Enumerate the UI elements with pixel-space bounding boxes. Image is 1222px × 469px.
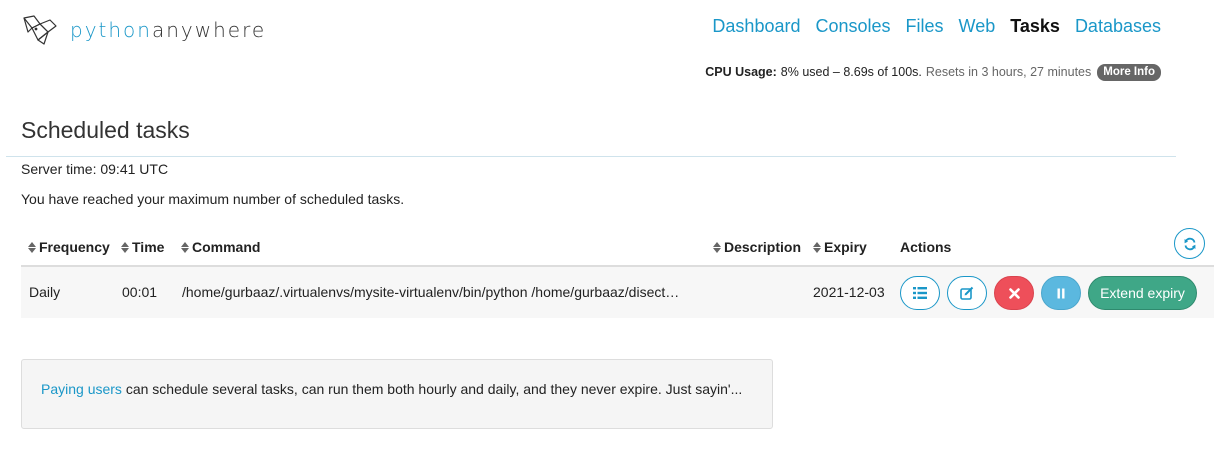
task-command: /home/gurbaaz/.virtualenvs/mysite-virtua…	[182, 284, 680, 300]
nav-databases[interactable]: Databases	[1075, 14, 1161, 38]
column-time[interactable]: Time	[121, 238, 164, 256]
cpu-reset-text: Resets in 3 hours, 27 minutes	[925, 65, 1092, 79]
column-description[interactable]: Description	[713, 238, 801, 256]
paying-users-link[interactable]: Paying users	[41, 381, 122, 397]
upsell-text: can schedule several tasks, can run them…	[121, 381, 743, 397]
sort-icon	[181, 241, 189, 253]
nav-web[interactable]: Web	[959, 14, 996, 38]
cpu-usage-label: CPU Usage:	[705, 65, 777, 79]
more-info-button[interactable]: More Info	[1097, 63, 1161, 81]
brand-part-anywhere: anywhere	[151, 18, 267, 42]
sort-icon	[121, 241, 129, 253]
nav-files[interactable]: Files	[906, 14, 944, 38]
pythonanywhere-logo-icon	[23, 15, 57, 45]
nav-dashboard[interactable]: Dashboard	[712, 14, 800, 38]
page-title: Scheduled tasks	[21, 117, 190, 143]
tasks-table-header: Frequency Time Command Description Expir…	[21, 226, 1214, 267]
column-actions-label: Actions	[900, 239, 952, 255]
upsell-notice: Paying users can schedule several tasks,…	[21, 359, 773, 429]
column-expiry[interactable]: Expiry	[813, 238, 867, 256]
pause-icon	[1057, 288, 1065, 298]
task-limit-message: You have reached your maximum number of …	[21, 191, 405, 207]
sort-icon	[713, 241, 721, 253]
column-command[interactable]: Command	[181, 238, 260, 256]
edit-task-button[interactable]	[947, 276, 987, 310]
column-frequency[interactable]: Frequency	[28, 238, 110, 256]
server-time: Server time: 09:41 UTC	[21, 161, 169, 177]
brand-name: pythonanywhere	[70, 16, 266, 44]
column-actions: Actions	[900, 238, 951, 256]
nav-consoles[interactable]: Consoles	[815, 14, 890, 38]
refresh-icon	[1184, 237, 1195, 250]
brand-logo[interactable]: pythonanywhere	[20, 14, 266, 46]
sort-icon	[28, 241, 36, 253]
main-nav: Dashboard Consoles Files Web Tasks Datab…	[712, 14, 1161, 38]
task-frequency: Daily	[29, 284, 61, 300]
close-icon	[1008, 287, 1020, 299]
view-log-button[interactable]	[900, 276, 940, 310]
cpu-usage-value: 8% used – 8.69s of 100s.	[780, 65, 922, 79]
title-divider	[6, 156, 1176, 157]
cpu-usage: CPU Usage: 8% used – 8.69s of 100s. Rese…	[705, 63, 1161, 81]
refresh-button[interactable]	[1174, 228, 1205, 259]
nav-tasks[interactable]: Tasks	[1010, 14, 1060, 38]
pause-task-button[interactable]	[1041, 276, 1081, 310]
extend-expiry-button[interactable]: Extend expiry	[1088, 276, 1197, 310]
task-expiry: 2021-12-03	[813, 284, 885, 300]
column-description-label: Description	[724, 239, 802, 255]
list-icon	[913, 287, 927, 299]
column-command-label: Command	[192, 239, 261, 255]
column-frequency-label: Frequency	[39, 239, 110, 255]
delete-task-button[interactable]	[994, 276, 1034, 310]
edit-icon	[960, 286, 974, 300]
brand-part-python: python	[70, 18, 152, 42]
sort-icon	[813, 241, 821, 253]
task-time: 00:01	[122, 284, 158, 300]
table-row: Daily 00:01 /home/gurbaaz/.virtualenvs/m…	[21, 267, 1214, 318]
tasks-table: Frequency Time Command Description Expir…	[21, 226, 1214, 318]
column-expiry-label: Expiry	[824, 239, 867, 255]
column-time-label: Time	[132, 239, 165, 255]
